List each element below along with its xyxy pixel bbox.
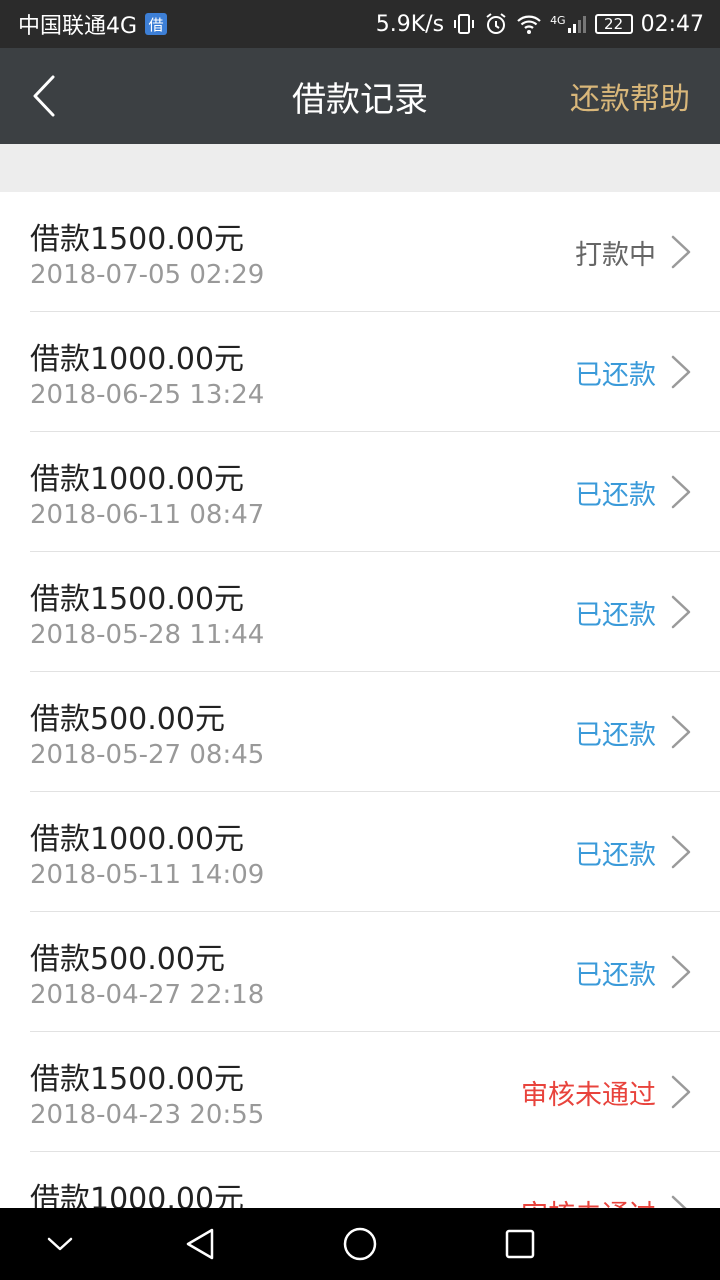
back-triangle-icon: [186, 1228, 214, 1260]
wifi-icon: [516, 13, 542, 35]
loan-status: 审核未通过: [521, 1079, 656, 1111]
chevron-right-icon: [671, 955, 691, 989]
chevron-right-icon: [671, 595, 691, 629]
loan-status: 已还款: [575, 479, 656, 511]
carrier-name: 中国联通4G: [18, 14, 138, 39]
loan-amount: 借款1500.00元: [30, 582, 245, 617]
chevron-right-icon: [671, 1195, 687, 1208]
loan-time: 2018-05-11 14:09: [30, 860, 265, 890]
signal-icon: 4G: [550, 14, 587, 34]
status-bar: 中国联通4G 借 5.9K/s 4G 22 02:47: [0, 0, 720, 48]
battery-indicator: 22: [594, 14, 633, 34]
carrier-badge: 借: [145, 13, 168, 35]
network-speed: 5.9K/s: [375, 11, 445, 37]
loan-time: 2018-05-27 08:45: [30, 740, 265, 770]
loan-time: 2018-07-05 02:29: [30, 260, 265, 290]
navigation-bar: 借款记录 还款帮助: [0, 48, 720, 144]
back-button[interactable]: [24, 72, 64, 120]
chevron-left-icon: [33, 75, 55, 117]
loan-status: 已还款: [575, 959, 656, 991]
loan-time: 2018-06-25 13:24: [30, 380, 265, 410]
system-recents-button[interactable]: [500, 1226, 540, 1262]
chevron-right-icon: [671, 235, 691, 269]
chevron-right-icon: [671, 835, 691, 869]
loan-time: 2018-04-23 20:55: [30, 1100, 265, 1130]
status-right: 5.9K/s 4G 22 02:47: [376, 12, 704, 37]
hide-nav-button[interactable]: [40, 1226, 80, 1262]
chevron-right-icon: [671, 1075, 691, 1109]
system-home-button[interactable]: [340, 1226, 380, 1262]
loan-record-row[interactable]: 借款1500.00元 2018-04-23 20:55 审核未通过: [30, 1032, 720, 1152]
loan-record-row[interactable]: 借款1000.00元 2018-05-11 14:09 已还款: [30, 792, 720, 912]
chevron-right-icon: [671, 355, 691, 389]
loan-amount: 借款1000.00元: [30, 822, 245, 857]
chevron-down-icon: [47, 1237, 73, 1251]
home-circle-icon: [343, 1227, 377, 1261]
loan-amount: 借款1000.00元: [30, 462, 245, 497]
chevron-right-icon: [671, 475, 691, 509]
loan-amount: 借款500.00元: [30, 942, 225, 977]
loan-amount: 借款1500.00元: [30, 1062, 245, 1097]
loan-amount: 借款1500.00元: [30, 222, 245, 257]
loan-amount: 借款1000.00元: [30, 1182, 245, 1208]
signal-label: 4G: [550, 14, 566, 27]
loan-status: 打款中: [575, 239, 656, 271]
loan-status: 审核未通过: [521, 1152, 656, 1209]
loan-record-row[interactable]: 借款1500.00元 2018-07-05 02:29 打款中: [30, 192, 720, 312]
loan-status: 已还款: [575, 839, 656, 871]
loan-record-row[interactable]: 借款500.00元 2018-04-27 22:18 已还款: [30, 912, 720, 1032]
system-navigation-bar: [0, 1208, 720, 1280]
chevron-right-icon: [671, 715, 691, 749]
recents-square-icon: [505, 1229, 535, 1259]
loan-status: 已还款: [575, 719, 656, 751]
loan-record-row[interactable]: 借款1500.00元 2018-05-28 11:44 已还款: [30, 552, 720, 672]
loan-record-row[interactable]: 借款1000.00元 2018-06-25 13:24 已还款: [30, 312, 720, 432]
loan-time: 2018-04-27 22:18: [30, 980, 265, 1010]
section-spacer: [0, 144, 720, 192]
loan-record-list: 借款1500.00元 2018-07-05 02:29 打款中 借款1000.00元 2…: [0, 192, 720, 1208]
system-back-button[interactable]: [180, 1226, 220, 1262]
loan-status: 已还款: [575, 599, 656, 631]
repayment-help-link[interactable]: 还款帮助: [570, 48, 690, 144]
loan-record-row[interactable]: 借款500.00元 2018-05-27 08:45 已还款: [30, 672, 720, 792]
loan-time: 2018-05-28 11:44: [30, 620, 265, 650]
clock: 02:47: [640, 11, 704, 37]
loan-status: 已还款: [575, 359, 656, 391]
vibrate-icon: [452, 12, 476, 36]
loan-amount: 借款1000.00元: [30, 342, 245, 377]
loan-time: 2018-06-11 08:47: [30, 500, 265, 530]
loan-record-row[interactable]: 借款1000.00元 审核未通过: [30, 1152, 720, 1208]
alarm-icon: [484, 12, 508, 36]
status-left: 中国联通4G 借: [18, 8, 168, 40]
loan-amount: 借款500.00元: [30, 702, 225, 737]
loan-record-row[interactable]: 借款1000.00元 2018-06-11 08:47 已还款: [30, 432, 720, 552]
